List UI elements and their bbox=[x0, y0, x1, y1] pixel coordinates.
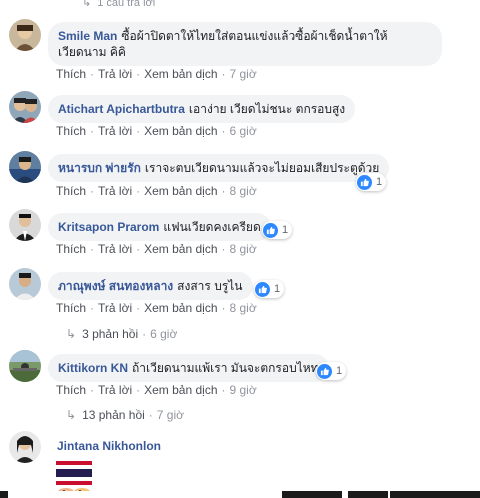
translate-link[interactable]: Xem bản dịch bbox=[144, 301, 217, 315]
comment-bubble: Smile Man ซื้อผ้าปิดตาให้ไทยใส่ตอนแข่งแล้… bbox=[48, 22, 442, 66]
reply-arrow-icon: ↳ bbox=[66, 327, 77, 341]
replies-count: 3 phản hồi bbox=[82, 327, 139, 341]
reaction-count: 1 bbox=[282, 224, 289, 236]
comment-time[interactable]: 8 giờ bbox=[230, 184, 257, 198]
reaction-count: 1 bbox=[274, 283, 281, 295]
translate-link[interactable]: Xem bản dịch bbox=[144, 242, 217, 256]
comment-time[interactable]: 8 giờ bbox=[230, 242, 257, 256]
like-link[interactable]: Thích bbox=[56, 67, 86, 81]
replies-count: 1 câu trả lời bbox=[97, 0, 156, 9]
reply-link[interactable]: Trả lời bbox=[98, 67, 132, 81]
avatar[interactable] bbox=[9, 91, 41, 123]
comment-bubble: หนารบก พ่ายรัก เราจะตบเวียดนามแล้วจะไม่ยอ… bbox=[48, 154, 390, 182]
reactions-badge[interactable]: 1 bbox=[356, 173, 387, 191]
comment-text: เราจะตบเวียดนามแล้วจะไม่ยอมเสียประตูด้วย bbox=[144, 161, 380, 175]
avatar[interactable] bbox=[9, 151, 41, 183]
reactions-badge[interactable]: 1 bbox=[316, 362, 347, 380]
like-link[interactable]: Thích bbox=[56, 242, 86, 256]
reply-link[interactable]: Trả lời bbox=[98, 242, 132, 256]
reply-link[interactable]: Trả lời bbox=[98, 301, 132, 315]
replies-time: 6 giờ bbox=[150, 327, 178, 341]
avatar[interactable] bbox=[9, 431, 41, 463]
comment-bubble: Kritsapon Prarom แฟนเวียดคงเครียด bbox=[48, 213, 271, 241]
reaction-count: 1 bbox=[336, 365, 343, 377]
comment-text: เอาง่าย เวียดไม่ชนะ ตกรอบสูง bbox=[188, 102, 346, 116]
like-link[interactable]: Thích bbox=[56, 124, 86, 138]
reply-arrow-icon: ↳ bbox=[66, 408, 77, 422]
comment-actions: Thích · Trả lời · Xem bản dịch · 6 giờ bbox=[56, 124, 257, 138]
like-icon bbox=[255, 281, 270, 297]
reply-link[interactable]: Trả lời bbox=[98, 383, 132, 397]
reply-link[interactable]: Trả lời bbox=[98, 184, 132, 198]
like-link[interactable]: Thích bbox=[56, 383, 86, 397]
view-replies-link[interactable]: ↳ 13 phản hồi · 7 giờ bbox=[66, 408, 184, 422]
like-icon bbox=[317, 363, 332, 379]
reactions-badge[interactable]: 1 bbox=[254, 280, 285, 298]
reaction-count: 1 bbox=[376, 176, 383, 188]
flag-sticker bbox=[54, 459, 94, 496]
comment-time[interactable]: 7 giờ bbox=[230, 67, 257, 81]
comment-time[interactable]: 6 giờ bbox=[230, 124, 257, 138]
translate-link[interactable]: Xem bản dịch bbox=[144, 67, 217, 81]
like-link[interactable]: Thích bbox=[56, 184, 86, 198]
comment-actions: Thích · Trả lời · Xem bản dịch · 8 giờ bbox=[56, 301, 257, 315]
reply-link[interactable]: Trả lời bbox=[98, 124, 132, 138]
replies-count: 13 phản hồi bbox=[82, 408, 145, 422]
comment-text: สงสาร บรูไน bbox=[177, 279, 243, 293]
comment-time[interactable]: 8 giờ bbox=[230, 301, 257, 315]
comment-actions: Thích · Trả lời · Xem bản dịch · 9 giờ bbox=[56, 383, 257, 397]
view-replies-link[interactable]: ↳ 1 câu trả lời bbox=[82, 0, 155, 9]
comment-time[interactable]: 9 giờ bbox=[230, 383, 257, 397]
comment-actions: Thích · Trả lời · Xem bản dịch · 7 giờ bbox=[56, 67, 257, 81]
reactions-badge[interactable]: 1 bbox=[262, 221, 293, 239]
comment-author[interactable]: Kritsapon Prarom bbox=[58, 220, 159, 234]
avatar[interactable] bbox=[9, 19, 41, 51]
avatar[interactable] bbox=[9, 350, 41, 382]
comment-actions: Thích · Trả lời · Xem bản dịch · 8 giờ bbox=[56, 242, 257, 256]
avatar[interactable] bbox=[9, 209, 41, 241]
like-icon bbox=[263, 222, 278, 238]
like-link[interactable]: Thích bbox=[56, 301, 86, 315]
avatar[interactable] bbox=[9, 268, 41, 300]
translate-link[interactable]: Xem bản dịch bbox=[144, 124, 217, 138]
comment-text: ถ้าเวียดนามแพ้เรา มันจะตกรอบไหท bbox=[132, 361, 319, 375]
comment-author[interactable]: หนารบก พ่ายรัก bbox=[58, 161, 141, 175]
view-replies-link[interactable]: ↳ 3 phản hồi · 6 giờ bbox=[66, 327, 177, 341]
translate-link[interactable]: Xem bản dịch bbox=[144, 184, 217, 198]
replies-time: 7 giờ bbox=[156, 408, 185, 422]
comment-bubble: Kittikorn KN ถ้าเวียดนามแพ้เรา มันจะตกรอบ… bbox=[48, 354, 329, 382]
comment-bubble: ภาณุพงษ์ สนทองหลาง สงสาร บรูไน bbox=[48, 272, 253, 300]
reply-arrow-icon: ↳ bbox=[82, 0, 92, 9]
comment-author[interactable]: Smile Man bbox=[58, 29, 117, 43]
comment-actions: Thích · Trả lời · Xem bản dịch · 8 giờ bbox=[56, 184, 257, 198]
comment-text: แฟนเวียดคงเครียด bbox=[163, 220, 261, 234]
comment-author[interactable]: Kittikorn KN bbox=[58, 361, 128, 375]
translate-link[interactable]: Xem bản dịch bbox=[144, 383, 217, 397]
bottom-edge bbox=[0, 491, 480, 498]
like-icon bbox=[357, 174, 372, 190]
comment-author[interactable]: ภาณุพงษ์ สนทองหลาง bbox=[58, 279, 173, 293]
comment-author[interactable]: Atichart Apichartbutra bbox=[58, 102, 185, 116]
comment-author[interactable]: Jintana Nikhonlon bbox=[57, 439, 161, 453]
comment-bubble: Atichart Apichartbutra เอาง่าย เวียดไม่ชน… bbox=[48, 95, 356, 123]
